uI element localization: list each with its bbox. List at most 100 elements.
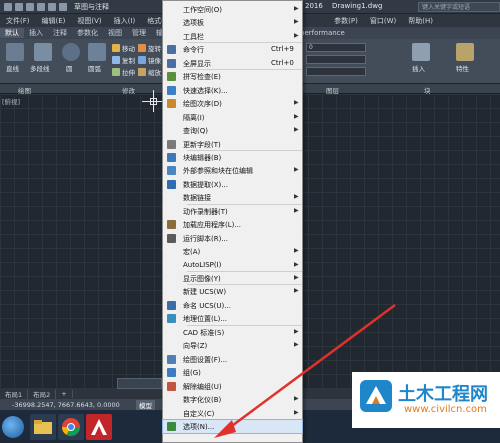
menu-item[interactable]: 命令行 Ctrl+9 (163, 43, 302, 56)
menu-item[interactable]: 外部参照和块在位编辑 ▶ (163, 164, 302, 177)
menu-item[interactable]: 动作录制器(T) ▶ (163, 205, 302, 218)
menu-item[interactable]: 新建 UCS(W) ▶ (163, 285, 302, 298)
tab-annotate[interactable]: 注释 (48, 28, 72, 38)
tab-parametric[interactable]: 参数化 (72, 28, 103, 38)
menu-item[interactable]: 向导(Z) ▶ (163, 339, 302, 352)
layer-state-dropdown[interactable] (306, 55, 366, 64)
tab-insert[interactable]: 插入 (24, 28, 48, 38)
menu-view[interactable]: 视图(V) (71, 16, 107, 26)
command-line[interactable] (117, 378, 162, 389)
autocad-taskbar-icon[interactable] (86, 414, 112, 440)
menu-item[interactable]: 命名 UCS(U)... (163, 299, 302, 312)
circle-label: 圆 (66, 65, 73, 73)
chrome-taskbar-icon[interactable] (58, 414, 84, 440)
menu-item[interactable]: 数据链接 ▶ (163, 191, 302, 204)
start-button-icon[interactable] (2, 416, 24, 438)
menu-item-label: 数字化仪(B) (183, 396, 222, 405)
menu-item[interactable]: 更新字段(T) (163, 138, 302, 151)
move-tool[interactable]: 移动 (112, 43, 135, 53)
tab-view[interactable]: 视图 (103, 28, 127, 38)
fullscreen-icon (167, 58, 176, 68)
scale-tool[interactable]: 缩放 (138, 67, 161, 77)
watermark-title: 土木工程网 (398, 384, 488, 405)
polyline-icon[interactable] (34, 43, 52, 61)
menu-item-label: 显示图像(Y) (183, 275, 221, 283)
watermark-logo-icon (360, 380, 392, 412)
mirror-tool[interactable]: 镜像 (138, 55, 161, 65)
menu-item[interactable]: 全屏显示 Ctrl+0 (163, 57, 302, 70)
copy-tool[interactable]: 复制 (112, 55, 135, 65)
menu-item[interactable]: 运行脚本(R)... (163, 232, 302, 245)
menu-item-label: 命令行 (183, 46, 204, 55)
tab-layout1[interactable]: 布局1 (0, 389, 29, 399)
layer-filter-dropdown[interactable] (306, 67, 366, 76)
menu-item[interactable]: 显示图像(Y) ▶ (163, 272, 302, 285)
arc-icon[interactable] (88, 43, 106, 61)
model-space-button[interactable]: 模型 (136, 400, 155, 410)
menu-item[interactable]: 块编辑器(B) (163, 151, 302, 164)
menu-item[interactable]: 宏(A) ▶ (163, 245, 302, 258)
menu-item[interactable]: 地理位置(L)... (163, 312, 302, 325)
menu-window[interactable]: 窗口(W) (364, 16, 402, 26)
menu-file[interactable]: 文件(F) (0, 16, 36, 26)
insert-block-icon[interactable] (412, 43, 430, 61)
search-input[interactable]: 键入关键字或短语 (418, 2, 500, 12)
menu-item[interactable]: 选项板 ▶ (163, 16, 302, 29)
menu-parametric[interactable]: 参数(P) (328, 16, 364, 26)
xref-icon (167, 166, 176, 176)
menu-item[interactable]: 绘图次序(D) ▶ (163, 97, 302, 110)
submenu-arrow-icon: ▶ (294, 112, 299, 120)
stretch-tool[interactable]: 拉伸 (112, 67, 135, 77)
app-menu-icon[interactable] (4, 2, 12, 11)
menu-item-shortcut: Ctrl+0 (271, 58, 294, 67)
menu-item[interactable]: 工具栏 ▶ (163, 30, 302, 43)
menu-item[interactable]: 工作空间(O) ▶ (163, 3, 302, 16)
tab-home[interactable]: 默认 (0, 28, 24, 38)
geolocation-icon (167, 314, 176, 324)
open-file-icon[interactable] (26, 2, 34, 11)
rotate-icon (138, 44, 146, 52)
explorer-taskbar-icon[interactable] (30, 414, 56, 440)
layer-dropdown[interactable]: 0 (306, 43, 366, 52)
menu-item[interactable]: 拼写检查(E) (163, 70, 302, 83)
chrome-icon (62, 418, 80, 437)
menu-item[interactable]: AutoLISP(I) ▶ (163, 259, 302, 272)
new-file-icon[interactable] (15, 2, 23, 11)
menu-item[interactable]: 数据提取(X)... (163, 178, 302, 191)
menu-item[interactable]: 组(G) (163, 366, 302, 379)
save-icon[interactable] (37, 2, 45, 11)
tab-manage[interactable]: 管理 (127, 28, 151, 38)
properties-icon[interactable] (456, 43, 474, 61)
submenu-arrow-icon: ▶ (294, 247, 299, 255)
menu-item-label: 组(G) (183, 369, 201, 378)
submenu-arrow-icon: ▶ (294, 327, 299, 335)
menu-edit[interactable]: 编辑(E) (36, 16, 72, 26)
view-label[interactable]: [俯视] (2, 96, 20, 106)
workspace-selector[interactable]: 草图与注释 (74, 2, 109, 12)
rotate-tool[interactable]: 旋转 (138, 43, 161, 53)
scale-label: 缩放 (148, 69, 161, 77)
tab-layout2[interactable]: 布局2 (28, 389, 57, 399)
menu-item[interactable]: 解除编组(U) (163, 380, 302, 393)
tab-performance[interactable]: performance (295, 29, 350, 37)
add-layout-button[interactable]: + (56, 390, 73, 398)
menu-item-label: 快速选择(K)... (183, 86, 228, 95)
menu-item[interactable]: 自定义(C) ▶ (163, 407, 302, 420)
menu-item[interactable]: 数字化仪(B) ▶ (163, 393, 302, 406)
load-app-icon (167, 220, 176, 230)
menu-item[interactable]: 选项(N)... (162, 418, 303, 434)
menu-insert[interactable]: 插入(I) (108, 16, 142, 26)
menu-item[interactable]: 隔离(I) ▶ (163, 111, 302, 124)
menu-item[interactable]: 加载应用程序(L)... (163, 218, 302, 231)
line-icon[interactable] (6, 43, 24, 61)
menu-item[interactable]: 快速选择(K)... (163, 84, 302, 97)
circle-icon[interactable] (62, 43, 80, 61)
menu-item[interactable]: 查询(Q) ▶ (163, 124, 302, 137)
stretch-icon (112, 68, 120, 76)
menu-item[interactable]: 绘图设置(F)... (163, 353, 302, 366)
undo-icon[interactable] (48, 2, 56, 11)
menu-item-label: 宏(A) (183, 248, 201, 257)
menu-item[interactable]: CAD 标准(S) ▶ (163, 326, 302, 339)
redo-icon[interactable] (59, 2, 67, 11)
menu-help[interactable]: 帮助(H) (402, 16, 439, 26)
